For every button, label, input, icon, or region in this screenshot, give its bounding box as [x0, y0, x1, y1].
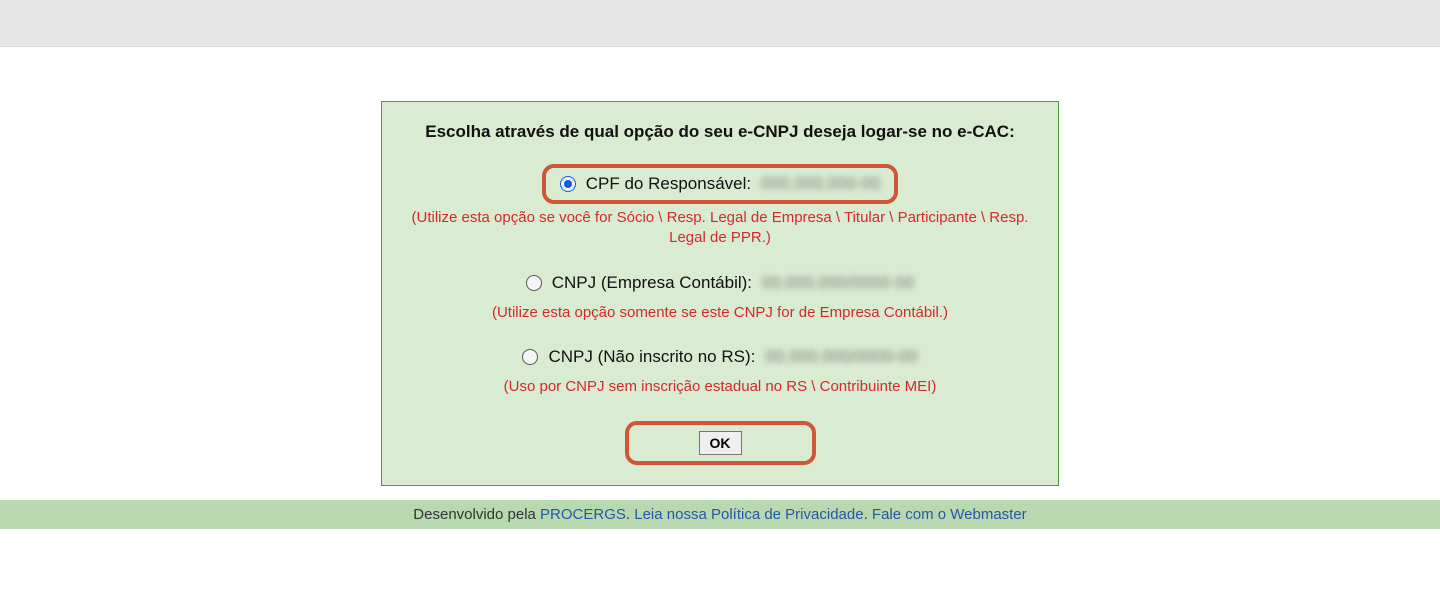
ok-button[interactable]: OK — [699, 431, 742, 455]
option-cpf-label: CPF do Responsável: — [586, 174, 751, 194]
footer-link-webmaster[interactable]: Fale com o Webmaster — [872, 506, 1027, 523]
option-cpf-block: CPF do Responsável: 000.000.000-00 (Util… — [396, 164, 1044, 249]
option-cnpj-nao-rs-label: CNPJ (Não inscrito no RS): — [548, 347, 755, 367]
ok-button-highlight: OK — [625, 421, 816, 465]
option-cnpj-contabil-row[interactable]: CNPJ (Empresa Contábil): 00.000.000/0000… — [512, 267, 928, 299]
radio-cpf-responsavel[interactable] — [560, 176, 576, 192]
option-cpf-row[interactable]: CPF do Responsável: 000.000.000-00 — [542, 164, 898, 204]
panel-heading: Escolha através de qual opção do seu e-C… — [396, 122, 1044, 142]
top-toolbar — [0, 0, 1440, 47]
spacer — [0, 47, 1440, 101]
option-cpf-value-masked: 000.000.000-00 — [761, 174, 880, 194]
footer-link-privacy[interactable]: Leia nossa Política de Privacidade — [634, 506, 863, 523]
option-cpf-help: (Utilize esta opção se você for Sócio \ … — [396, 208, 1044, 249]
footer: Desenvolvido pela PROCERGS. Leia nossa P… — [0, 500, 1440, 529]
login-option-panel: Escolha através de qual opção do seu e-C… — [381, 101, 1059, 486]
footer-prefix: Desenvolvido pela — [413, 506, 540, 523]
option-cnpj-contabil-help: (Utilize esta opção somente se este CNPJ… — [396, 303, 1044, 323]
option-cnpj-contabil-label: CNPJ (Empresa Contábil): — [552, 273, 752, 293]
footer-link-procergs[interactable]: PROCERGS — [540, 506, 626, 523]
footer-sep1: . — [626, 506, 634, 523]
option-cnpj-nao-rs-help: (Uso por CNPJ sem inscrição estadual no … — [396, 377, 1044, 397]
option-cnpj-nao-rs-value-masked: 00.000.000/0000-00 — [765, 347, 917, 367]
radio-cnpj-contabil[interactable] — [526, 275, 542, 291]
radio-cnpj-nao-rs[interactable] — [522, 349, 538, 365]
option-cnpj-nao-rs-row[interactable]: CNPJ (Não inscrito no RS): 00.000.000/00… — [508, 341, 931, 373]
option-cnpj-nao-rs-block: CNPJ (Não inscrito no RS): 00.000.000/00… — [396, 341, 1044, 397]
option-cnpj-contabil-block: CNPJ (Empresa Contábil): 00.000.000/0000… — [396, 267, 1044, 323]
option-cnpj-contabil-value-masked: 00.000.000/0000-00 — [762, 273, 914, 293]
footer-sep2: . — [864, 506, 872, 523]
